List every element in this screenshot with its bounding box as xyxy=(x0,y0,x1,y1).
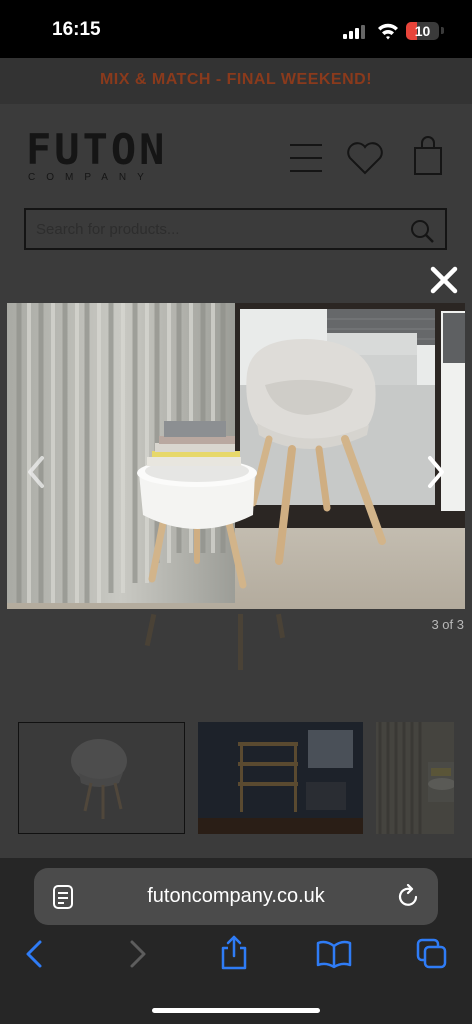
menu-icon[interactable] xyxy=(288,140,324,176)
thumbnail-3[interactable] xyxy=(376,722,454,834)
search-icon[interactable] xyxy=(409,218,435,244)
reload-icon[interactable] xyxy=(398,884,420,908)
search-placeholder: Search for products... xyxy=(36,221,180,238)
chevron-right-icon[interactable] xyxy=(424,452,446,492)
logo-word: FUTON xyxy=(26,125,168,174)
heart-icon[interactable] xyxy=(345,140,385,176)
back-icon[interactable] xyxy=(20,938,52,970)
tabs-icon[interactable] xyxy=(416,938,448,970)
image-counter: 3 of 3 xyxy=(431,617,464,632)
thumbnail-1[interactable] xyxy=(18,722,185,834)
background-product-leg xyxy=(144,613,157,647)
gallery-image[interactable] xyxy=(7,303,465,609)
url-text: futoncompany.co.uk xyxy=(147,885,325,907)
site-logo[interactable]: FUTON COMPANY xyxy=(26,128,166,188)
battery-icon: 10 xyxy=(406,22,439,40)
battery-level: 10 xyxy=(414,23,431,39)
wifi-icon xyxy=(378,23,398,40)
logo-sub: COMPANY xyxy=(28,172,155,183)
forward-icon[interactable] xyxy=(120,938,152,970)
promo-text: MIX & MATCH - FINAL WEEKEND! xyxy=(99,71,373,88)
bag-icon[interactable] xyxy=(412,136,444,176)
address-bar[interactable]: futoncompany.co.uk xyxy=(34,868,438,925)
search-input[interactable]: Search for products... xyxy=(24,208,447,250)
background-product-leg xyxy=(275,613,286,639)
home-indicator[interactable] xyxy=(152,1008,320,1013)
promo-banner[interactable]: MIX & MATCH - FINAL WEEKEND! xyxy=(0,58,472,104)
status-time: 16:15 xyxy=(52,19,101,40)
share-icon[interactable] xyxy=(218,934,250,970)
status-bar: 16:15 10 xyxy=(0,0,472,58)
background-product-leg xyxy=(238,614,243,670)
chevron-left-icon[interactable] xyxy=(26,452,48,492)
close-icon[interactable] xyxy=(428,264,460,296)
signal-icon xyxy=(343,25,369,39)
bookmarks-icon[interactable] xyxy=(316,938,352,970)
thumbnail-2[interactable] xyxy=(198,722,363,834)
thumbnail-strip xyxy=(0,722,472,834)
browser-toolbar: futoncompany.co.uk xyxy=(0,858,472,1024)
